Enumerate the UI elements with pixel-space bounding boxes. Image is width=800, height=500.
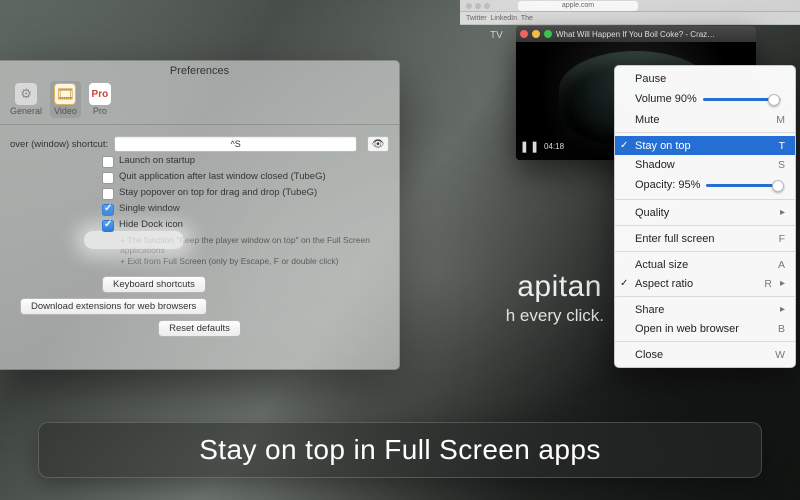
menu-actual-size[interactable]: Actual sizeA [615,255,795,274]
tab-general[interactable]: ⚙ General [6,81,46,118]
menu-separator [615,251,795,252]
traffic-light-grey-3 [484,3,490,9]
browser-chrome: apple.com [460,0,800,12]
pro-icon: Pro [89,83,111,105]
preferences-window: Preferences ⚙ General 🎞 Video Pro Pro ov… [0,60,400,370]
hint-keep-on-top: + The function "Keep the player window o… [120,235,389,255]
traffic-light-grey-2 [475,3,481,9]
desktop-subhead: h every click. [506,306,604,326]
menu-stay-on-top[interactable]: ✓Stay on topT [615,136,795,155]
tab-pro[interactable]: Pro Pro [85,81,115,118]
opt-stay-popover[interactable]: Stay popover on top for drag and drop (T… [102,187,389,200]
menu-quality[interactable]: Quality▸ [615,203,795,222]
menu-open-browser[interactable]: Open in web browserB [615,319,795,338]
tab-pro-label: Pro [93,106,107,116]
film-icon: 🎞 [54,83,76,105]
preferences-title: Preferences [0,61,399,79]
menu-shadow[interactable]: ShadowS [615,155,795,174]
preferences-options: Launch on startup Quit application after… [102,155,389,293]
menu-volume[interactable]: Volume 90% [615,88,795,110]
tab-video[interactable]: 🎞 Video [50,81,81,118]
menu-separator [615,199,795,200]
menu-close[interactable]: CloseW [615,345,795,364]
tab-general-label: General [10,106,42,116]
shortcut-reveal-button[interactable]: 👁 [367,136,389,152]
video-titlebar[interactable]: What Will Happen If You Boil Coke? - Cra… [516,26,756,42]
menu-share[interactable]: Share▸ [615,300,795,319]
opt-label: Hide Dock icon [119,219,183,231]
pause-icon[interactable]: ❚❚ [524,140,536,152]
opt-quit-after-last[interactable]: Quit application after last window close… [102,171,389,184]
menu-mute[interactable]: MuteM [615,110,795,129]
opt-single-window[interactable]: Single window [102,203,389,216]
video-title: What Will Happen If You Boil Coke? - Cra… [556,30,752,39]
hint-exit-fullscreen: + Exit from Full Screen (only by Escape,… [120,256,389,266]
preferences-body: over (window) shortcut: ^S 👁 Launch on s… [0,125,399,350]
checkbox[interactable] [102,156,114,168]
menu-enter-fullscreen[interactable]: Enter full screenF [615,229,795,248]
shortcut-field[interactable]: ^S [114,136,357,152]
video-time: 04:18 [544,142,564,151]
browser-favorites: Twitter LinkedIn The [460,12,800,25]
download-extensions-button[interactable]: Download extensions for web browsers [20,298,207,315]
menu-aspect-ratio[interactable]: ✓Aspect ratioR▸ [615,274,795,293]
gear-icon: ⚙ [15,83,37,105]
browser-address[interactable]: apple.com [518,1,638,11]
promo-stage: apple.com Twitter LinkedIn The TV Mu api… [0,0,800,500]
menu-opacity[interactable]: Opacity: 95% [615,174,795,196]
site-nav-tv[interactable]: TV [490,30,503,41]
checkbox[interactable] [102,172,114,184]
eye-icon: 👁 [372,139,385,150]
menu-separator [615,132,795,133]
tab-video-label: Video [54,106,77,116]
traffic-light-grey-1 [466,3,472,9]
checkbox[interactable] [102,220,114,232]
opt-label: Quit application after last window close… [119,171,326,183]
menu-pause[interactable]: Pause [615,69,795,88]
opt-label: Stay popover on top for drag and drop (T… [119,187,317,199]
checkbox[interactable] [102,188,114,200]
keyboard-shortcuts-button[interactable]: Keyboard shortcuts [102,276,206,293]
menu-separator [615,225,795,226]
reset-defaults-button[interactable]: Reset defaults [158,320,241,337]
opt-launch-startup[interactable]: Launch on startup [102,155,389,168]
preferences-toolbar: ⚙ General 🎞 Video Pro Pro [0,79,399,125]
desktop-headline: apitan [517,270,602,304]
volume-slider[interactable] [703,98,781,101]
opt-label: Single window [119,203,180,215]
opt-label: Launch on startup [119,155,195,167]
zoom-icon[interactable] [544,30,552,38]
shortcut-label: over (window) shortcut: [10,139,108,150]
menu-separator [615,296,795,297]
minimize-icon[interactable] [532,30,540,38]
menu-separator [615,341,795,342]
opacity-slider[interactable] [706,184,781,187]
promo-caption: Stay on top in Full Screen apps [38,422,762,478]
opt-hide-dock-icon[interactable]: Hide Dock icon [102,219,389,232]
context-menu: Pause Volume 90% MuteM ✓Stay on topT Sha… [614,65,796,368]
close-icon[interactable] [520,30,528,38]
checkbox[interactable] [102,204,114,216]
